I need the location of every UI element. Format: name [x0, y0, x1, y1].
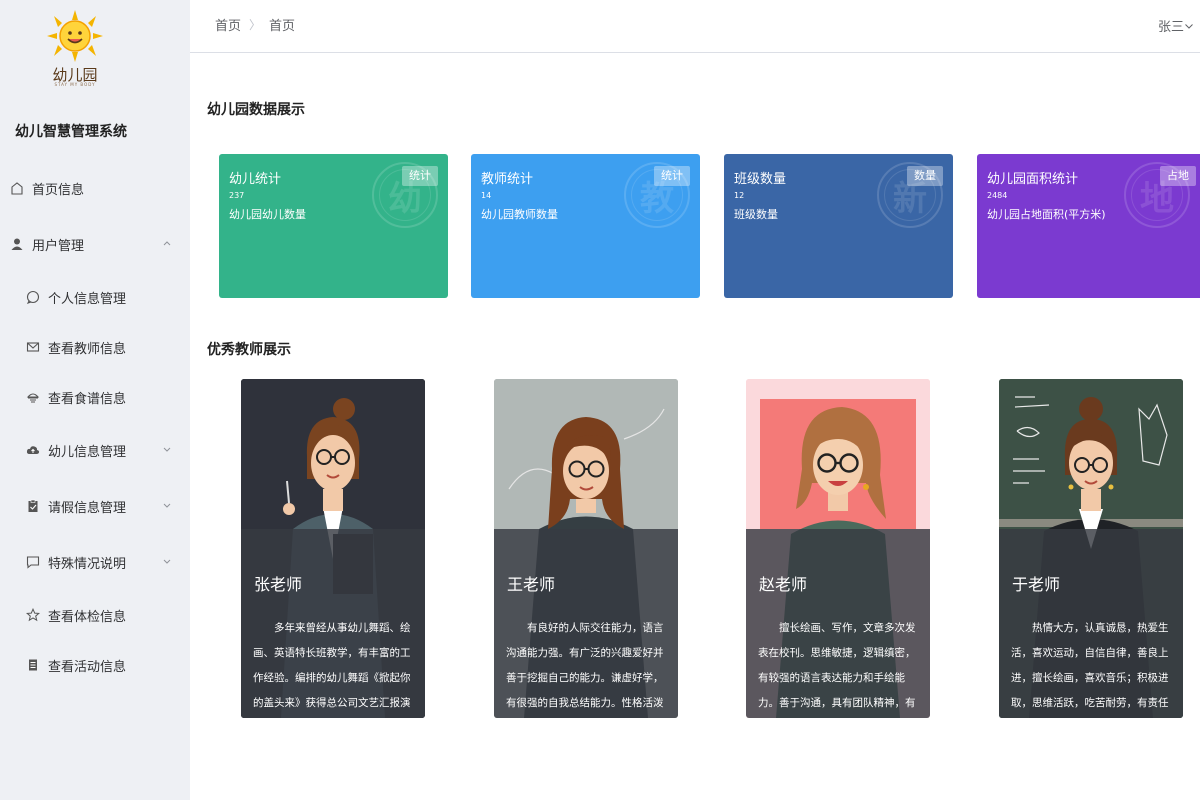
sidebar-item-personal-info[interactable]: 个人信息管理 [0, 277, 190, 317]
teacher-card[interactable]: 于老师 热情大方，认真诚恳，热爱生活，喜欢运动，自信自律，善良上进，擅长绘画，喜… [999, 379, 1183, 718]
sidebar: 幼儿园 STAY MY BODY 幼儿智慧管理系统 首页信息 用户管理 个人信息… [0, 0, 190, 800]
document-icon [25, 657, 41, 673]
stat-value: 12 [734, 191, 745, 200]
mail-icon [25, 339, 41, 355]
teacher-description: 有良好的人际交往能力，语言沟通能力强。有广泛的兴趣爱好并善于挖掘自己的能力。谦虚… [506, 622, 664, 709]
sun-logo-icon [47, 10, 103, 62]
stat-card-area: 地 幼儿园面积统计 2484 幼儿园占地面积(平方米) 占地 [977, 154, 1200, 298]
clipboard-icon [25, 498, 41, 514]
sidebar-item-label: 请假信息管理 [48, 500, 127, 516]
teachers-section-title: 优秀教师展示 [207, 342, 291, 358]
stat-value: 237 [229, 191, 245, 200]
chevron-down-icon [163, 503, 171, 508]
teacher-card[interactable]: 赵老师 擅长绘画、写作，文章多次发表在校刊。思维敏捷，逻辑缜密，有较强的语言表达… [746, 379, 930, 718]
stat-badge: 数量 [907, 166, 943, 186]
breadcrumb-item-current: 首页 [269, 19, 296, 34]
chevron-down-icon [163, 447, 171, 452]
sidebar-item-recipe-info[interactable]: 查看食谱信息 [0, 377, 190, 417]
teacher-description: 擅长绘画、写作，文章多次发表在校刊。思维敏捷，逻辑缜密，有较强的语言表达能力和手… [758, 622, 916, 709]
stat-description: 幼儿园幼儿数量 [229, 208, 306, 221]
sidebar-item-label: 查看食谱信息 [48, 391, 127, 407]
logo: 幼儿园 STAY MY BODY [40, 8, 110, 90]
sidebar-item-label: 查看体检信息 [48, 609, 127, 625]
chevron-up-icon [163, 241, 171, 246]
stat-title: 幼儿统计 [229, 172, 282, 187]
top-header: 首页 〉 首页 张三 [190, 0, 1200, 53]
sidebar-item-label: 查看教师信息 [48, 341, 127, 357]
teacher-card[interactable]: 张老师 多年来曾经从事幼儿舞蹈、绘画、英语特长班教学，有丰富的工作经验。编排的幼… [241, 379, 425, 718]
teacher-description: 热情大方，认真诚恳，热爱生活，喜欢运动，自信自律，善良上进，擅长绘画，喜欢音乐；… [1011, 622, 1169, 709]
stat-badge: 统计 [402, 166, 438, 186]
sidebar-item-label: 查看活动信息 [48, 659, 127, 675]
teacher-name: 赵老师 [759, 575, 808, 594]
sidebar-item-teacher-info[interactable]: 查看教师信息 [0, 327, 190, 367]
stat-value: 2484 [987, 191, 1008, 200]
sidebar-item-user-management[interactable]: 用户管理 [0, 224, 190, 264]
stat-card-children: 幼 幼儿统计 237 幼儿园幼儿数量 统计 [219, 154, 448, 298]
home-icon [9, 180, 25, 196]
chevron-down-icon [1185, 23, 1193, 29]
teacher-description: 多年来曾经从事幼儿舞蹈、绘画、英语特长班教学，有丰富的工作经验。编排的幼儿舞蹈《… [253, 622, 411, 709]
stats-section-title: 幼儿园数据展示 [207, 102, 305, 118]
upload-cloud-icon [25, 442, 41, 458]
sidebar-item-home[interactable]: 首页信息 [0, 168, 190, 208]
chevron-down-icon [163, 559, 171, 564]
stat-title: 幼儿园面积统计 [987, 172, 1079, 187]
message-icon [25, 554, 41, 570]
sidebar-item-label: 用户管理 [32, 238, 85, 254]
sidebar-item-label: 幼儿信息管理 [48, 444, 127, 460]
user-icon [9, 236, 25, 252]
stat-card-teachers: 教 教师统计 14 幼儿园教师数量 统计 [471, 154, 700, 298]
stat-title: 班级数量 [734, 172, 787, 187]
user-dropdown[interactable]: 张三 [1158, 16, 1194, 35]
stat-badge: 统计 [654, 166, 690, 186]
sidebar-item-health-check[interactable]: 查看体检信息 [0, 595, 190, 635]
user-name: 张三 [1157, 20, 1184, 35]
teacher-name: 王老师 [507, 575, 556, 594]
sidebar-item-label: 个人信息管理 [48, 291, 127, 307]
star-icon [25, 607, 41, 623]
stat-description: 幼儿园教师数量 [481, 208, 558, 221]
stat-badge: 占地 [1160, 166, 1196, 186]
teacher-name: 张老师 [254, 575, 303, 594]
sidebar-item-activity-info[interactable]: 查看活动信息 [0, 645, 190, 685]
dish-icon [25, 389, 41, 405]
logo-subtext: STAY MY BODY [54, 82, 96, 87]
sidebar-item-label: 特殊情况说明 [48, 556, 127, 572]
stat-card-classes: 新 班级数量 12 班级数量 数量 [724, 154, 953, 298]
sidebar-item-child-info[interactable]: 幼儿信息管理 [0, 430, 190, 470]
sidebar-item-leave-info[interactable]: 请假信息管理 [0, 486, 190, 526]
breadcrumb: 首页 〉 首页 [215, 15, 295, 34]
stat-title: 教师统计 [481, 172, 534, 187]
teacher-card[interactable]: 王老师 有良好的人际交往能力，语言沟通能力强。有广泛的兴趣爱好并善于挖掘自己的能… [494, 379, 678, 718]
breadcrumb-item-home[interactable]: 首页 [215, 15, 241, 34]
stat-description: 幼儿园占地面积(平方米) [987, 208, 1106, 221]
chat-bubble-icon [25, 289, 41, 305]
sidebar-item-label: 首页信息 [32, 182, 85, 198]
stat-value: 14 [481, 191, 492, 200]
breadcrumb-separator-icon: 〉 [249, 18, 262, 32]
teacher-name: 于老师 [1012, 575, 1061, 594]
sidebar-item-special-notes[interactable]: 特殊情况说明 [0, 542, 190, 582]
system-title: 幼儿智慧管理系统 [15, 124, 127, 140]
stat-description: 班级数量 [734, 208, 778, 221]
